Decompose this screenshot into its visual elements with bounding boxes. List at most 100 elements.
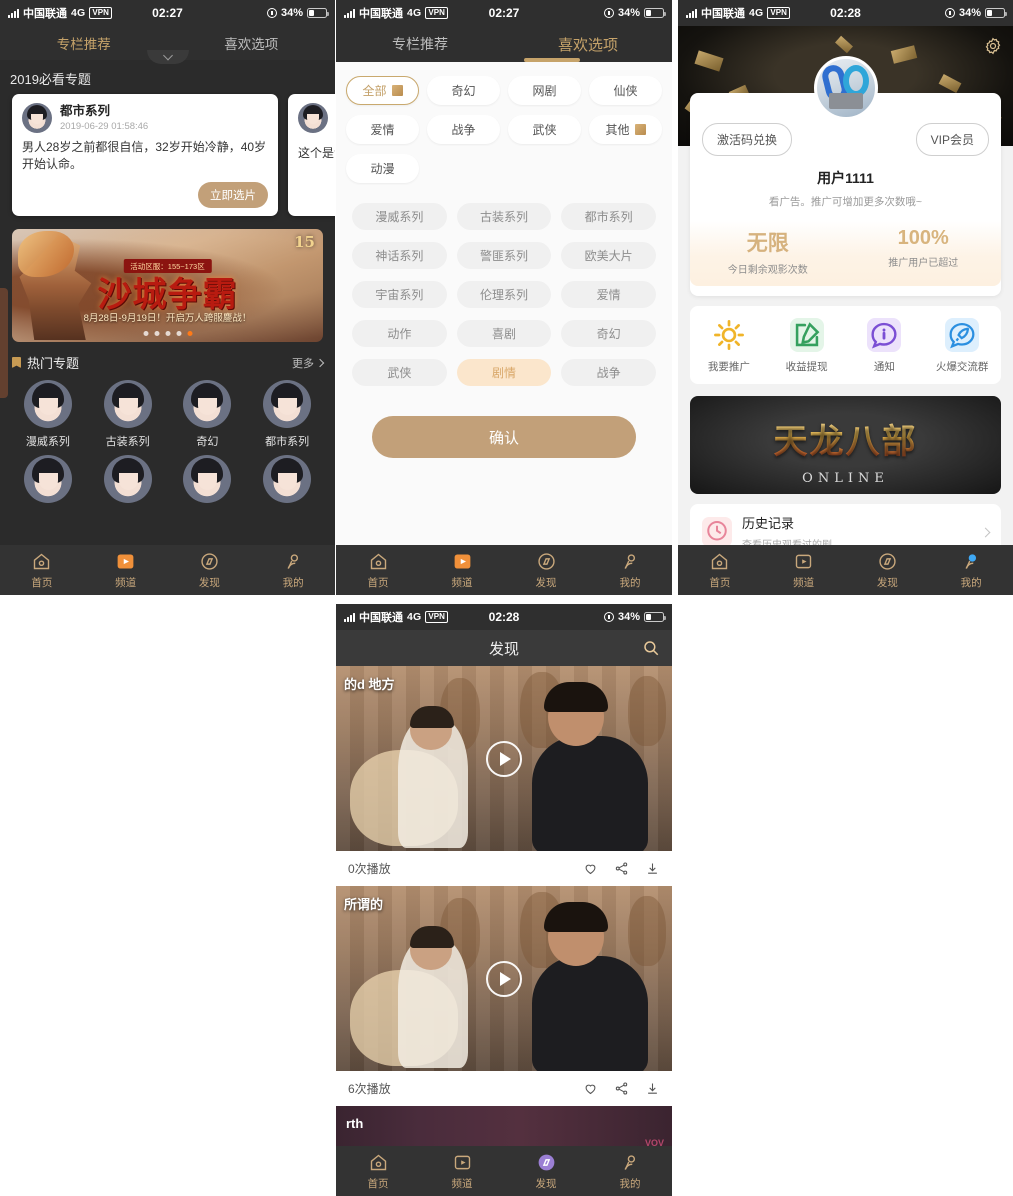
tab-column-recommend[interactable]: 专栏推荐 [0, 33, 168, 53]
chip-other[interactable]: 其他 [589, 115, 662, 144]
chip-xianxia[interactable]: 仙侠 [589, 76, 662, 105]
video-thumbnail[interactable]: 的d 地方 [336, 666, 672, 851]
subchip-universe[interactable]: 宇宙系列 [352, 281, 447, 308]
chip-anime[interactable]: 动漫 [346, 154, 419, 183]
topic-card-title: 都市系列 [60, 104, 111, 119]
subchip-war[interactable]: 战争 [561, 359, 656, 386]
tab-mine[interactable]: 我的 [251, 551, 335, 590]
search-icon[interactable] [642, 639, 660, 657]
tab-discover[interactable]: 发现 [168, 551, 252, 590]
tab-channel[interactable]: 频道 [84, 551, 168, 590]
quick-action-withdraw[interactable]: 收益提现 [768, 318, 846, 374]
subchip-comedy[interactable]: 喜剧 [456, 320, 552, 347]
topic-card-next[interactable]: 这个是专题。 [288, 94, 335, 216]
subchip-ethics[interactable]: 伦理系列 [456, 281, 552, 308]
quick-action-promote[interactable]: 我要推广 [690, 318, 768, 374]
gear-icon[interactable] [983, 36, 1003, 56]
hot-topic-item[interactable] [247, 455, 327, 503]
tab-discover[interactable]: 发现 [504, 1152, 588, 1191]
hot-topic-item[interactable]: 奇幻 [168, 380, 248, 449]
subchip-urban[interactable]: 都市系列 [561, 203, 656, 230]
avatar [23, 380, 72, 428]
prefs-tab-strip: 专栏推荐 喜欢选项 [336, 26, 672, 62]
confirm-button[interactable]: 确认 [372, 416, 636, 458]
tab-column-recommend[interactable]: 专栏推荐 [336, 34, 504, 54]
tab-channel[interactable]: 频道 [420, 1152, 504, 1191]
compass-icon [535, 1152, 557, 1174]
avatar [103, 455, 152, 503]
hot-topic-item[interactable]: 都市系列 [247, 380, 327, 449]
select-movie-button[interactable]: 立即选片 [198, 182, 268, 208]
download-icon[interactable] [645, 1081, 660, 1096]
username-label: 用户1111 [817, 170, 874, 186]
topic-card-next-body: 这个是专题。 [298, 146, 335, 160]
ad-subtitle: ONLINE [802, 471, 889, 486]
subchip-romance[interactable]: 爱情 [561, 281, 656, 308]
tab-home[interactable]: 首页 [336, 551, 420, 590]
tab-channel-label: 频道 [451, 1177, 473, 1190]
chip-webdrama[interactable]: 网剧 [508, 76, 581, 105]
subchip-drama[interactable]: 剧情 [456, 359, 552, 386]
subchip-western[interactable]: 欧美大片 [561, 242, 656, 269]
subchip-action[interactable]: 动作 [352, 320, 447, 347]
tab-discover[interactable]: 发现 [846, 551, 930, 590]
heart-icon[interactable] [583, 861, 598, 876]
stat-value: 100% [897, 227, 949, 249]
tab-discover-label: 发现 [535, 1177, 557, 1190]
subchip-marvel[interactable]: 漫威系列 [352, 203, 447, 230]
hot-topics-more-link[interactable]: 更多 [292, 355, 325, 371]
quick-action-group[interactable]: 火爆交流群 [923, 318, 1001, 374]
tab-favorite-options[interactable]: 喜欢选项 [168, 33, 336, 53]
tab-mine[interactable]: 我的 [588, 551, 672, 590]
tab-mine[interactable]: 我的 [588, 1152, 672, 1191]
hot-topic-item[interactable] [8, 455, 88, 503]
vip-member-button[interactable]: VIP会员 [915, 123, 989, 156]
banner-dots[interactable] [143, 331, 192, 336]
banner-peek-left [0, 288, 8, 398]
chip-romance[interactable]: 爱情 [346, 115, 419, 144]
subchip-costume[interactable]: 古装系列 [456, 203, 552, 230]
compass-icon [535, 551, 557, 573]
home-icon [709, 551, 731, 573]
chip-all[interactable]: 全部 [346, 76, 419, 105]
tab-favorite-options[interactable]: 喜欢选项 [504, 34, 672, 55]
tab-home[interactable]: 首页 [678, 551, 762, 590]
tab-mine[interactable]: 我的 [929, 551, 1013, 590]
subchip-wuxia[interactable]: 武侠 [352, 359, 447, 386]
tab-discover[interactable]: 发现 [504, 551, 588, 590]
battery-percent-label: 34% [617, 611, 640, 623]
topic-card[interactable]: 都市系列 2019-06-29 01:58:46 男人28岁之前都很自信，32岁… [12, 94, 278, 216]
avatar[interactable] [813, 56, 878, 120]
hot-topic-item[interactable]: 古装系列 [88, 380, 168, 449]
play-icon[interactable] [486, 960, 522, 997]
game-ad-banner[interactable]: 天龙八部 ONLINE [690, 396, 1001, 494]
tab-home[interactable]: 首页 [336, 1152, 420, 1191]
quick-action-notice[interactable]: 通知 [846, 318, 924, 374]
discover-header: 发现 [336, 630, 672, 666]
download-icon[interactable] [645, 861, 660, 876]
subchip-fantasy[interactable]: 奇幻 [561, 320, 656, 347]
promo-banner[interactable]: 15 活动区服：155~173区 沙城争霸 8月28日-9月19日！开启万人跨服… [12, 229, 323, 342]
chip-war[interactable]: 战争 [427, 115, 500, 144]
hot-topic-item[interactable] [168, 455, 248, 503]
subchip-myth[interactable]: 神话系列 [352, 242, 447, 269]
avatar [263, 455, 312, 503]
quick-actions-row: 我要推广 收益提现 通知 火爆交流群 [690, 306, 1001, 384]
play-icon[interactable] [486, 740, 522, 777]
share-icon[interactable] [614, 861, 629, 876]
tab-home[interactable]: 首页 [0, 551, 84, 590]
redeem-code-button[interactable]: 激活码兑换 [702, 123, 793, 156]
hot-topic-item[interactable] [88, 455, 168, 503]
chip-wuxia[interactable]: 武侠 [508, 115, 581, 144]
tab-discover-label: 发现 [198, 576, 220, 589]
tab-channel[interactable]: 频道 [420, 551, 504, 590]
chip-label: 全部 [362, 84, 387, 98]
share-icon[interactable] [614, 1081, 629, 1096]
tab-channel[interactable]: 频道 [762, 551, 846, 590]
heart-icon[interactable] [583, 1081, 598, 1096]
tab-channel-label: 频道 [115, 576, 137, 589]
hot-topic-item[interactable]: 漫威系列 [8, 380, 88, 449]
video-thumbnail[interactable]: 所谓的 [336, 886, 672, 1071]
chip-fantasy[interactable]: 奇幻 [427, 76, 500, 105]
subchip-crime[interactable]: 警匪系列 [456, 242, 552, 269]
